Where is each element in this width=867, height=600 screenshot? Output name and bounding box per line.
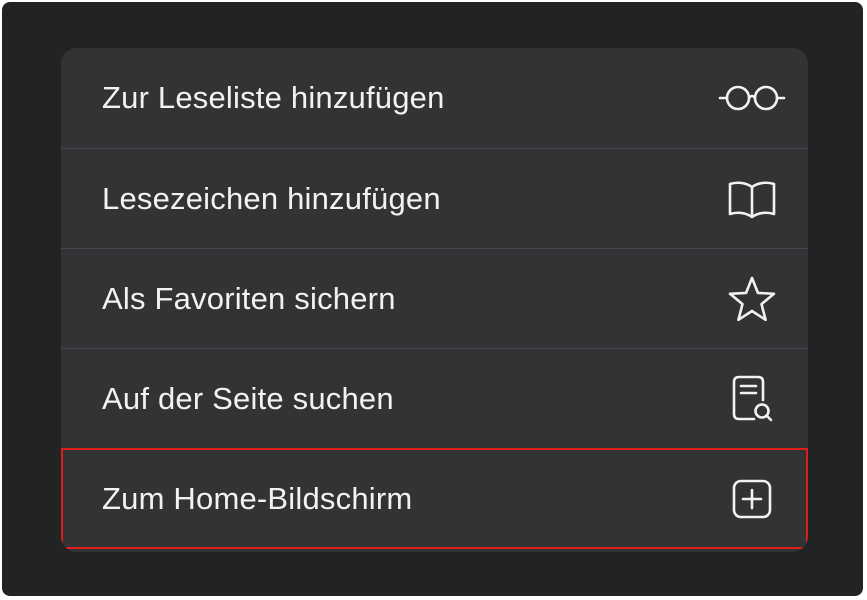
glasses-icon — [718, 68, 786, 128]
menu-item-label: Zum Home-Bildschirm — [102, 481, 413, 516]
share-menu: Zur Leseliste hinzufügen Lesezeichen hin… — [61, 48, 808, 552]
menu-item-add-to-home-screen[interactable]: Zum Home-Bildschirm — [61, 448, 808, 549]
plus-square-icon — [722, 469, 782, 529]
menu-item-label: Als Favoriten sichern — [102, 280, 396, 316]
share-sheet-backdrop: Zur Leseliste hinzufügen Lesezeichen hin… — [2, 2, 863, 596]
document-search-icon — [722, 369, 782, 429]
menu-item-label: Zur Leseliste hinzufügen — [102, 80, 445, 115]
menu-item-label: Auf der Seite suchen — [102, 380, 394, 416]
menu-item-label: Lesezeichen hinzufügen — [102, 180, 441, 216]
menu-item-add-bookmark[interactable]: Lesezeichen hinzufügen — [61, 148, 808, 248]
menu-item-find-on-page[interactable]: Auf der Seite suchen — [61, 348, 808, 448]
star-icon — [722, 269, 782, 329]
menu-item-reading-list[interactable]: Zur Leseliste hinzufügen — [61, 48, 808, 148]
menu-item-add-favorite[interactable]: Als Favoriten sichern — [61, 248, 808, 348]
book-icon — [722, 169, 782, 229]
